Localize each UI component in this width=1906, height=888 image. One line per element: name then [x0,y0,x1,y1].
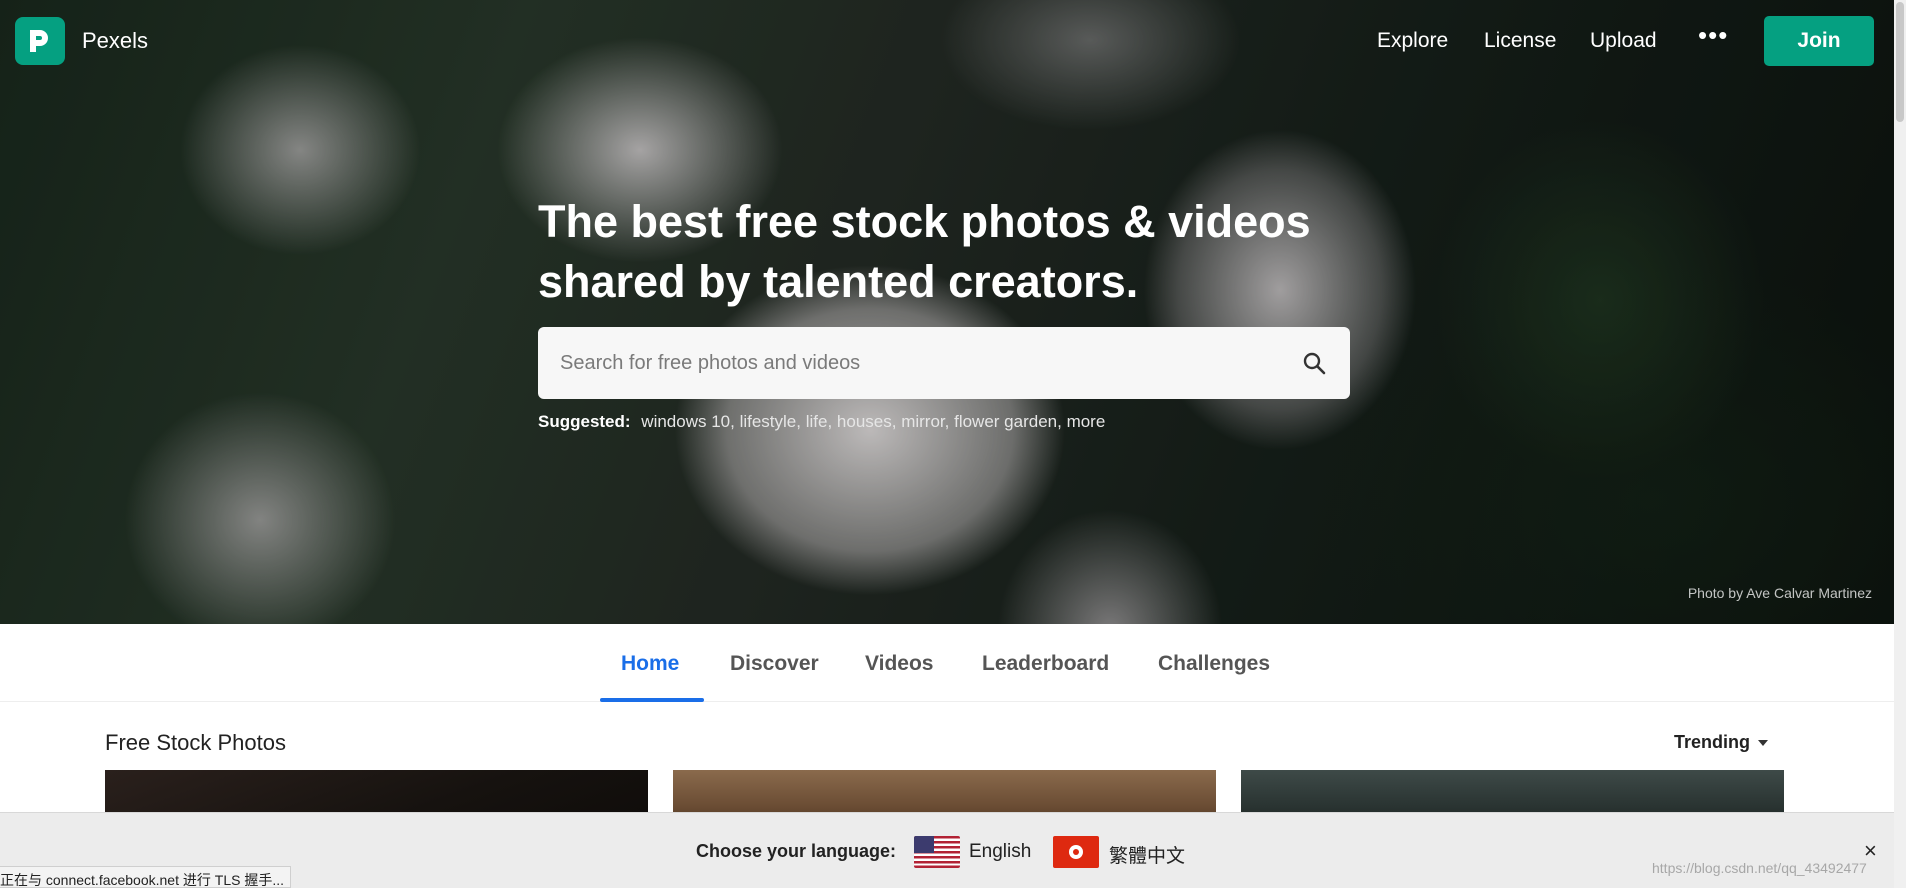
hk-flag-icon[interactable] [1053,836,1099,868]
search-placeholder: Search for free photos and videos [560,352,861,374]
language-prompt: Choose your language: [696,841,897,861]
join-button[interactable]: Join [1764,16,1874,66]
hero-banner: Pexels Explore License Upload ••• Join T… [0,0,1894,624]
search-icon[interactable] [1302,351,1326,380]
suggestion-more-link[interactable]: more [1067,412,1106,431]
chevron-down-icon[interactable] [1758,740,1768,746]
suggestion-link[interactable]: lifestyle [740,412,797,431]
tab-leaderboard[interactable]: Leaderboard [982,652,1109,676]
hero-overlay [0,0,1894,624]
pexels-logo-icon[interactable] [15,17,65,65]
page-scrollbar[interactable] [1894,0,1906,888]
section-tabs: Home Discover Videos Leaderboard Challen… [0,624,1894,702]
tab-challenges[interactable]: Challenges [1158,652,1270,676]
headline-line-2: shared by talented creators. [538,256,1139,307]
nav-link-explore[interactable]: Explore [1377,29,1448,53]
suggestion-link[interactable]: houses [837,412,892,431]
active-tab-indicator [600,698,704,702]
language-option-traditional-chinese[interactable]: 繁體中文 [1109,841,1185,868]
close-icon[interactable]: × [1864,840,1877,862]
sort-dropdown[interactable]: Trending [1674,732,1750,753]
brand-name[interactable]: Pexels [82,28,148,54]
watermark: https://blog.csdn.net/qq_43492477 [1652,860,1867,876]
suggestion-link[interactable]: flower garden [954,412,1057,431]
suggested-searches: Suggested: windows 10, lifestyle, life, … [538,412,1106,431]
suggested-label: Suggested: [538,412,631,431]
us-flag-icon[interactable] [914,836,960,868]
suggestion-link[interactable]: mirror [901,412,944,431]
section-title: Free Stock Photos [105,730,286,755]
scrollbar-thumb[interactable] [1896,2,1904,122]
more-menu-icon[interactable]: ••• [1698,20,1728,51]
top-navigation: Pexels Explore License Upload ••• Join [0,0,1894,82]
tab-discover[interactable]: Discover [730,652,819,676]
tab-home[interactable]: Home [621,652,679,676]
suggestion-link[interactable]: life [806,412,828,431]
nav-link-license[interactable]: License [1484,29,1556,53]
nav-link-upload[interactable]: Upload [1590,29,1657,53]
language-option-english[interactable]: English [969,841,1031,863]
photo-credit[interactable]: Photo by Ave Calvar Martinez [1688,585,1872,601]
suggestion-link[interactable]: windows 10 [641,412,730,431]
browser-status-bar: 正在与 connect.facebook.net 进行 TLS 握手... [0,866,291,888]
tab-videos[interactable]: Videos [865,652,933,676]
headline-line-1: The best free stock photos & videos [538,196,1311,247]
hero-headline: The best free stock photos & videos shar… [538,192,1358,312]
search-input[interactable]: Search for free photos and videos [538,327,1350,399]
